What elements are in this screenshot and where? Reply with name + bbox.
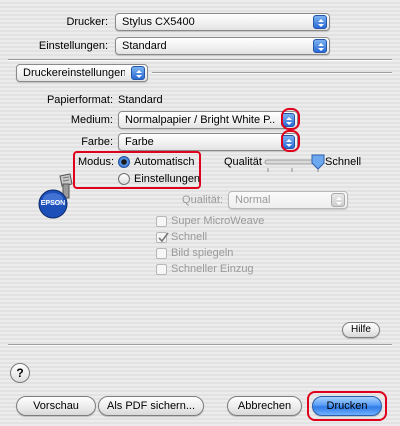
radio-automatic-label: Automatisch — [134, 156, 195, 168]
paper-format-label: Papierformat: — [46, 94, 113, 106]
mode-label: Modus: — [78, 156, 115, 168]
pane-popup[interactable]: Druckereinstellungen — [16, 64, 148, 82]
slider-thumb-icon — [311, 154, 325, 170]
cancel-button[interactable]: Abbrechen — [227, 396, 302, 416]
radio-automatic[interactable] — [118, 156, 130, 168]
stepper-arrows-icon — [313, 15, 327, 29]
quality-popup[interactable]: Normal — [228, 191, 348, 209]
stepper-arrows-icon — [313, 39, 327, 53]
preview-button[interactable]: Vorschau — [16, 396, 96, 416]
stepper-arrows-icon — [331, 193, 345, 207]
checkbox-mirror-label: Bild spiegeln — [171, 247, 234, 259]
quality-slider-label: Qualität — [224, 156, 262, 168]
stepper-arrows-icon — [281, 113, 295, 127]
medium-value: Normalpapier / Bright White P... — [125, 114, 275, 126]
medium-popup[interactable]: Normalpapier / Bright White P... — [118, 111, 298, 129]
quality-popup-value: Normal — [235, 194, 271, 206]
separator — [8, 344, 392, 346]
epson-printer-icon: EPSON — [36, 172, 76, 220]
separator — [8, 59, 392, 61]
save-pdf-button[interactable]: Als PDF sichern... — [98, 396, 204, 416]
checkbox-fast-feed-label: Schneller Einzug — [171, 263, 254, 275]
epson-logo-text: EPSON — [40, 200, 66, 207]
checkbox-fast-label: Schnell — [171, 231, 208, 243]
settings-label: Einstellungen: — [38, 40, 108, 52]
print-button[interactable]: Drucken — [312, 396, 382, 416]
color-popup[interactable]: Farbe — [118, 133, 298, 151]
checkmark-icon — [158, 232, 169, 243]
radio-custom-label: Einstellungen — [134, 173, 201, 185]
stepper-arrows-icon — [131, 66, 145, 80]
question-mark-icon[interactable]: ? — [10, 363, 30, 383]
printer-popup[interactable]: Stylus CX5400 — [115, 13, 330, 31]
checkbox-mirror[interactable] — [156, 248, 167, 259]
color-label: Farbe: — [81, 136, 113, 148]
medium-label: Medium: — [70, 114, 113, 126]
checkbox-fast-feed[interactable] — [156, 264, 167, 275]
radio-custom[interactable] — [118, 173, 130, 185]
printer-value: Stylus CX5400 — [122, 16, 195, 28]
color-value: Farbe — [125, 136, 154, 148]
help-button[interactable]: Hilfe — [342, 322, 380, 338]
quality-slider-end-label: Schnell — [325, 156, 362, 168]
separator — [152, 72, 392, 74]
quality-popup-label: Qualität: — [182, 194, 223, 206]
stepper-arrows-icon — [281, 135, 295, 149]
paper-format-value: Standard — [118, 94, 163, 106]
checkbox-super-microweave-label: Super MicroWeave — [171, 215, 265, 227]
checkbox-super-microweave[interactable] — [156, 216, 167, 227]
quality-slider[interactable] — [264, 154, 325, 173]
pane-value: Druckereinstellungen — [23, 67, 125, 79]
settings-popup[interactable]: Standard — [115, 37, 330, 55]
settings-value: Standard — [122, 40, 167, 52]
printer-label: Drucker: — [66, 16, 108, 28]
checkbox-fast[interactable] — [156, 232, 169, 243]
